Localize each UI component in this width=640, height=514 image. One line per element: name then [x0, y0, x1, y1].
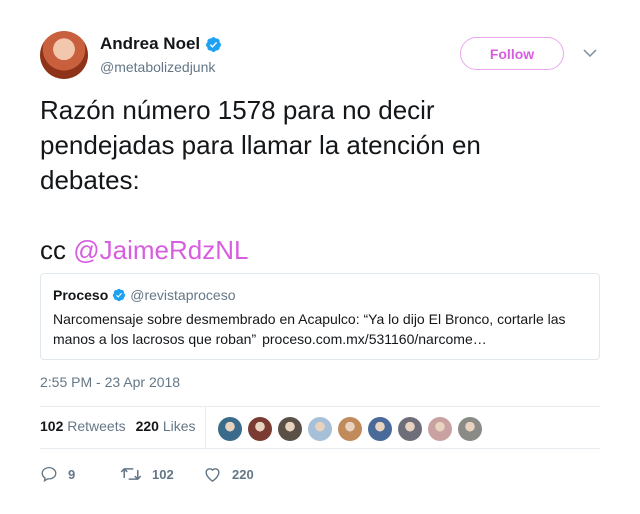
- author-name-row: Andrea Noel: [100, 34, 222, 54]
- retweet-action[interactable]: 102: [120, 465, 203, 483]
- divider: [40, 406, 600, 407]
- tweet-text-line: Razón número 1578 para no decir: [40, 95, 435, 125]
- stats-separator: [205, 407, 206, 448]
- retweet-icon: [120, 468, 142, 480]
- likes-label: Likes: [162, 418, 196, 434]
- tweet-text-line: debates:: [40, 165, 140, 195]
- liker-avatar[interactable]: [398, 417, 422, 441]
- tweet-timestamp[interactable]: 2:55 PM - 23 Apr 2018: [40, 374, 180, 390]
- retweets-label: Retweets: [67, 418, 126, 434]
- quoted-tweet-link[interactable]: proceso.com.mx/531160/narcome…: [262, 331, 487, 347]
- author-handle[interactable]: @metabolizedjunk: [100, 59, 215, 75]
- liker-avatar[interactable]: [338, 417, 362, 441]
- mention-link[interactable]: @JaimeRdzNL: [73, 235, 248, 265]
- like-action[interactable]: 220: [203, 465, 254, 483]
- tweet-text-line: pendejadas para llamar la atención en: [40, 130, 481, 160]
- like-count: 220: [232, 466, 254, 482]
- quoted-tweet-text: Narcomensaje sobre desmembrado en Acapul…: [53, 309, 587, 349]
- tweet-actions: 9 102 220: [40, 465, 254, 483]
- verified-badge-icon: [206, 36, 222, 52]
- liker-avatar[interactable]: [368, 417, 392, 441]
- author-avatar[interactable]: [40, 31, 88, 79]
- retweets-stat[interactable]: 102 Retweets: [40, 418, 126, 434]
- liker-avatar[interactable]: [248, 417, 272, 441]
- liker-avatar[interactable]: [308, 417, 332, 441]
- cc-label: cc: [40, 235, 66, 265]
- divider: [40, 448, 600, 449]
- quoted-author-name: Proceso: [53, 287, 109, 303]
- liker-avatar[interactable]: [218, 417, 242, 441]
- tweet-cc-line: cc @JaimeRdzNL: [40, 233, 600, 268]
- tweet-text: Razón número 1578 para no decir pendejad…: [40, 93, 600, 268]
- liker-avatar[interactable]: [458, 417, 482, 441]
- author-name[interactable]: Andrea Noel: [100, 34, 200, 54]
- follow-button[interactable]: Follow: [460, 37, 564, 70]
- retweet-count: 102: [152, 466, 174, 482]
- liker-avatar[interactable]: [428, 417, 452, 441]
- retweets-count: 102: [40, 418, 64, 434]
- reply-icon: [41, 466, 57, 483]
- quoted-author-handle: @revistaproceso: [130, 287, 236, 303]
- verified-badge-icon: [113, 288, 126, 302]
- heart-icon: [205, 468, 220, 482]
- likers-avatars: [218, 417, 488, 441]
- tweet-card: Andrea Noel @metabolizedjunk Follow Razó…: [0, 0, 640, 514]
- likes-count: 220: [135, 418, 159, 434]
- chevron-down-icon[interactable]: [582, 47, 598, 59]
- quoted-tweet[interactable]: Proceso @revistaproceso Narcomensaje sob…: [40, 273, 600, 360]
- reply-count: 9: [68, 466, 76, 482]
- likes-stat[interactable]: 220 Likes: [136, 418, 196, 434]
- quoted-tweet-header: Proceso @revistaproceso: [53, 287, 587, 303]
- reply-action[interactable]: 9: [40, 465, 120, 483]
- engagement-stats: 102 Retweets 220 Likes: [40, 418, 206, 434]
- liker-avatar[interactable]: [278, 417, 302, 441]
